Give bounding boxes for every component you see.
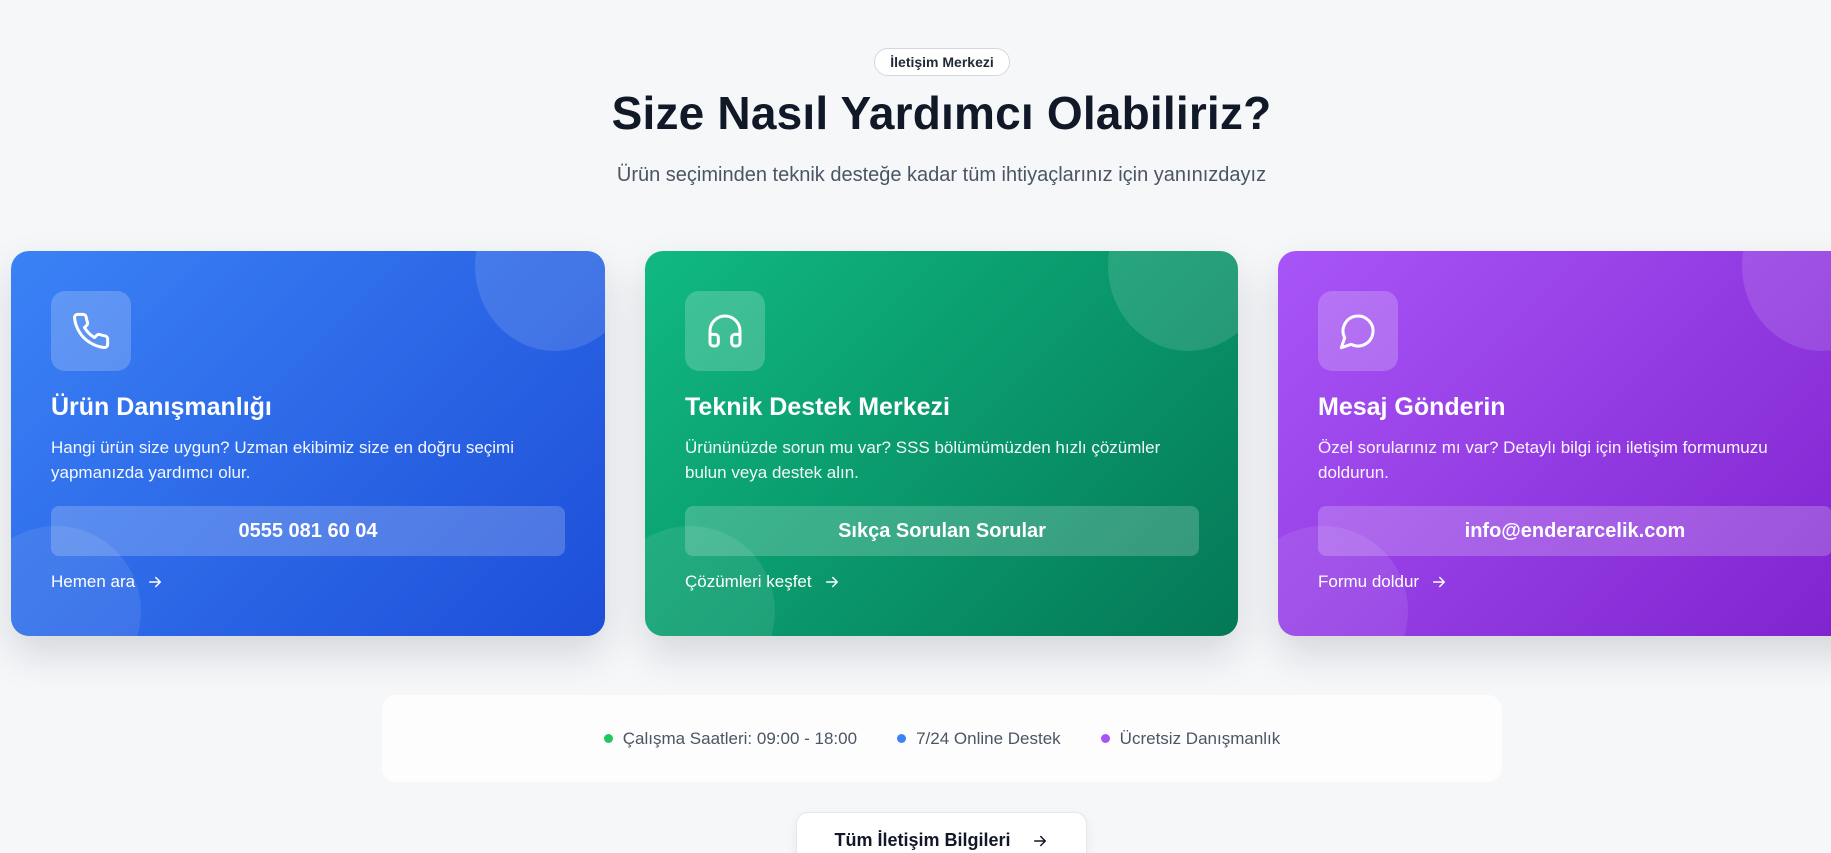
card-product-consulting: Ürün Danışmanlığı Hangi ürün size uygun?… <box>11 251 605 636</box>
card-send-message: Mesaj Gönderin Özel sorularınız mı var? … <box>1278 251 1831 636</box>
decorative-circle <box>1108 251 1238 351</box>
message-circle-icon <box>1339 314 1375 350</box>
call-now-link[interactable]: Hemen ara <box>51 572 164 592</box>
arrow-right-icon <box>1033 835 1046 847</box>
explore-solutions-label: Çözümleri keşfet <box>685 572 812 591</box>
email-button[interactable]: info@enderarcelik.com <box>1318 506 1831 556</box>
call-now-label: Hemen ara <box>51 572 136 591</box>
card-title: Ürün Danışmanlığı <box>51 393 272 421</box>
headphones-icon <box>708 314 742 348</box>
info-item-label: Çalışma Saatleri: 09:00 - 18:00 <box>622 728 858 748</box>
card-icon-box <box>685 291 765 371</box>
section-badge: İletişim Merkezi <box>874 48 1010 76</box>
arrow-right-icon <box>149 576 162 588</box>
arrow-right-icon <box>1433 576 1446 588</box>
faq-button[interactable]: Sıkça Sorulan Sorular <box>685 506 1199 556</box>
info-item-label: Ücretsiz Danışmanlık <box>1119 728 1281 748</box>
info-item-label: 7/24 Online Destek <box>916 728 1061 748</box>
card-title: Teknik Destek Merkezi <box>685 393 950 421</box>
all-contact-info-button[interactable]: Tüm İletişim Bilgileri <box>796 812 1087 853</box>
page-subtitle: Ürün seçiminden teknik desteğe kadar tüm… <box>616 164 1267 186</box>
info-bar: Çalışma Saatleri: 09:00 - 18:00 7/24 Onl… <box>382 695 1502 782</box>
status-dot <box>1100 734 1110 743</box>
card-icon-box <box>1318 291 1398 371</box>
explore-solutions-link[interactable]: Çözümleri keşfet <box>685 572 841 592</box>
info-item-online-support: 7/24 Online Destek <box>897 729 1061 749</box>
phone-icon <box>73 312 110 350</box>
info-item-working-hours: Çalışma Saatleri: 09:00 - 18:00 <box>603 728 858 749</box>
page-title: Size Nasıl Yardımcı Olabiliriz? <box>611 87 1272 139</box>
fill-form-label: Formu doldur <box>1318 572 1420 591</box>
info-item-free-consulting: Ücretsiz Danışmanlık <box>1100 728 1281 749</box>
decorative-circle <box>475 251 605 351</box>
decorative-circle <box>1742 251 1831 351</box>
fill-form-link[interactable]: Formu doldur <box>1318 572 1448 592</box>
card-description: Özel sorularınız mı var? Detaylı bilgi i… <box>1318 438 1768 482</box>
status-dot <box>897 734 907 743</box>
card-icon-box <box>51 291 131 371</box>
card-technical-support: Teknik Destek Merkezi Ürününüzde sorun m… <box>645 251 1238 636</box>
card-title: Mesaj Gönderin <box>1318 393 1506 421</box>
card-description: Hangi ürün size uygun? Uzman ekibimiz si… <box>51 438 514 482</box>
card-description: Ürününüzde sorun mu var? SSS bölümümüzde… <box>685 438 1161 482</box>
phone-number-button[interactable]: 0555 081 60 04 <box>51 506 565 556</box>
status-dot <box>603 734 613 743</box>
arrow-right-icon <box>825 576 838 588</box>
all-contact-info-label: Tüm İletişim Bilgileri <box>834 830 1011 850</box>
